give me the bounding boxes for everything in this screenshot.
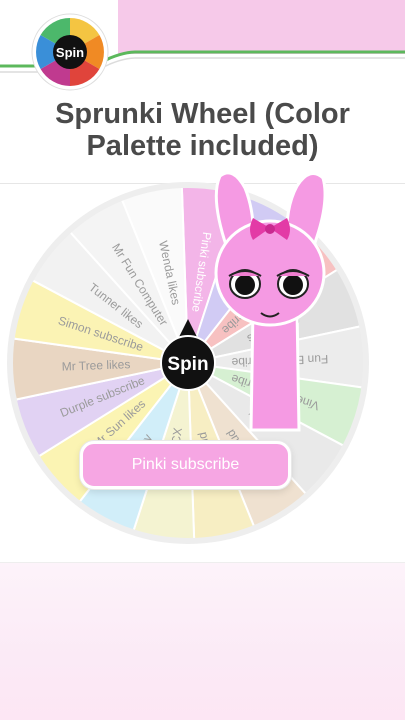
- pinki-character: [205, 168, 335, 433]
- wheel-segment-label: Mr Tree likes: [61, 357, 130, 373]
- title-line-2: Palette included): [86, 130, 319, 162]
- title-line-1: Sprunki Wheel (Color: [55, 98, 350, 130]
- result-button[interactable]: Pinki subscribe: [80, 441, 291, 489]
- page-title: Sprunki Wheel (Color Palette included): [0, 98, 405, 162]
- bottom-gradient: [0, 563, 405, 720]
- spin-button-label: Spin: [167, 354, 208, 375]
- logo-label: Spin: [56, 45, 84, 60]
- spin-logo[interactable]: Spin: [30, 12, 110, 92]
- spin-wheel[interactable]: Pinki subscribePinkiRaddy subscribeClukr…: [0, 173, 405, 553]
